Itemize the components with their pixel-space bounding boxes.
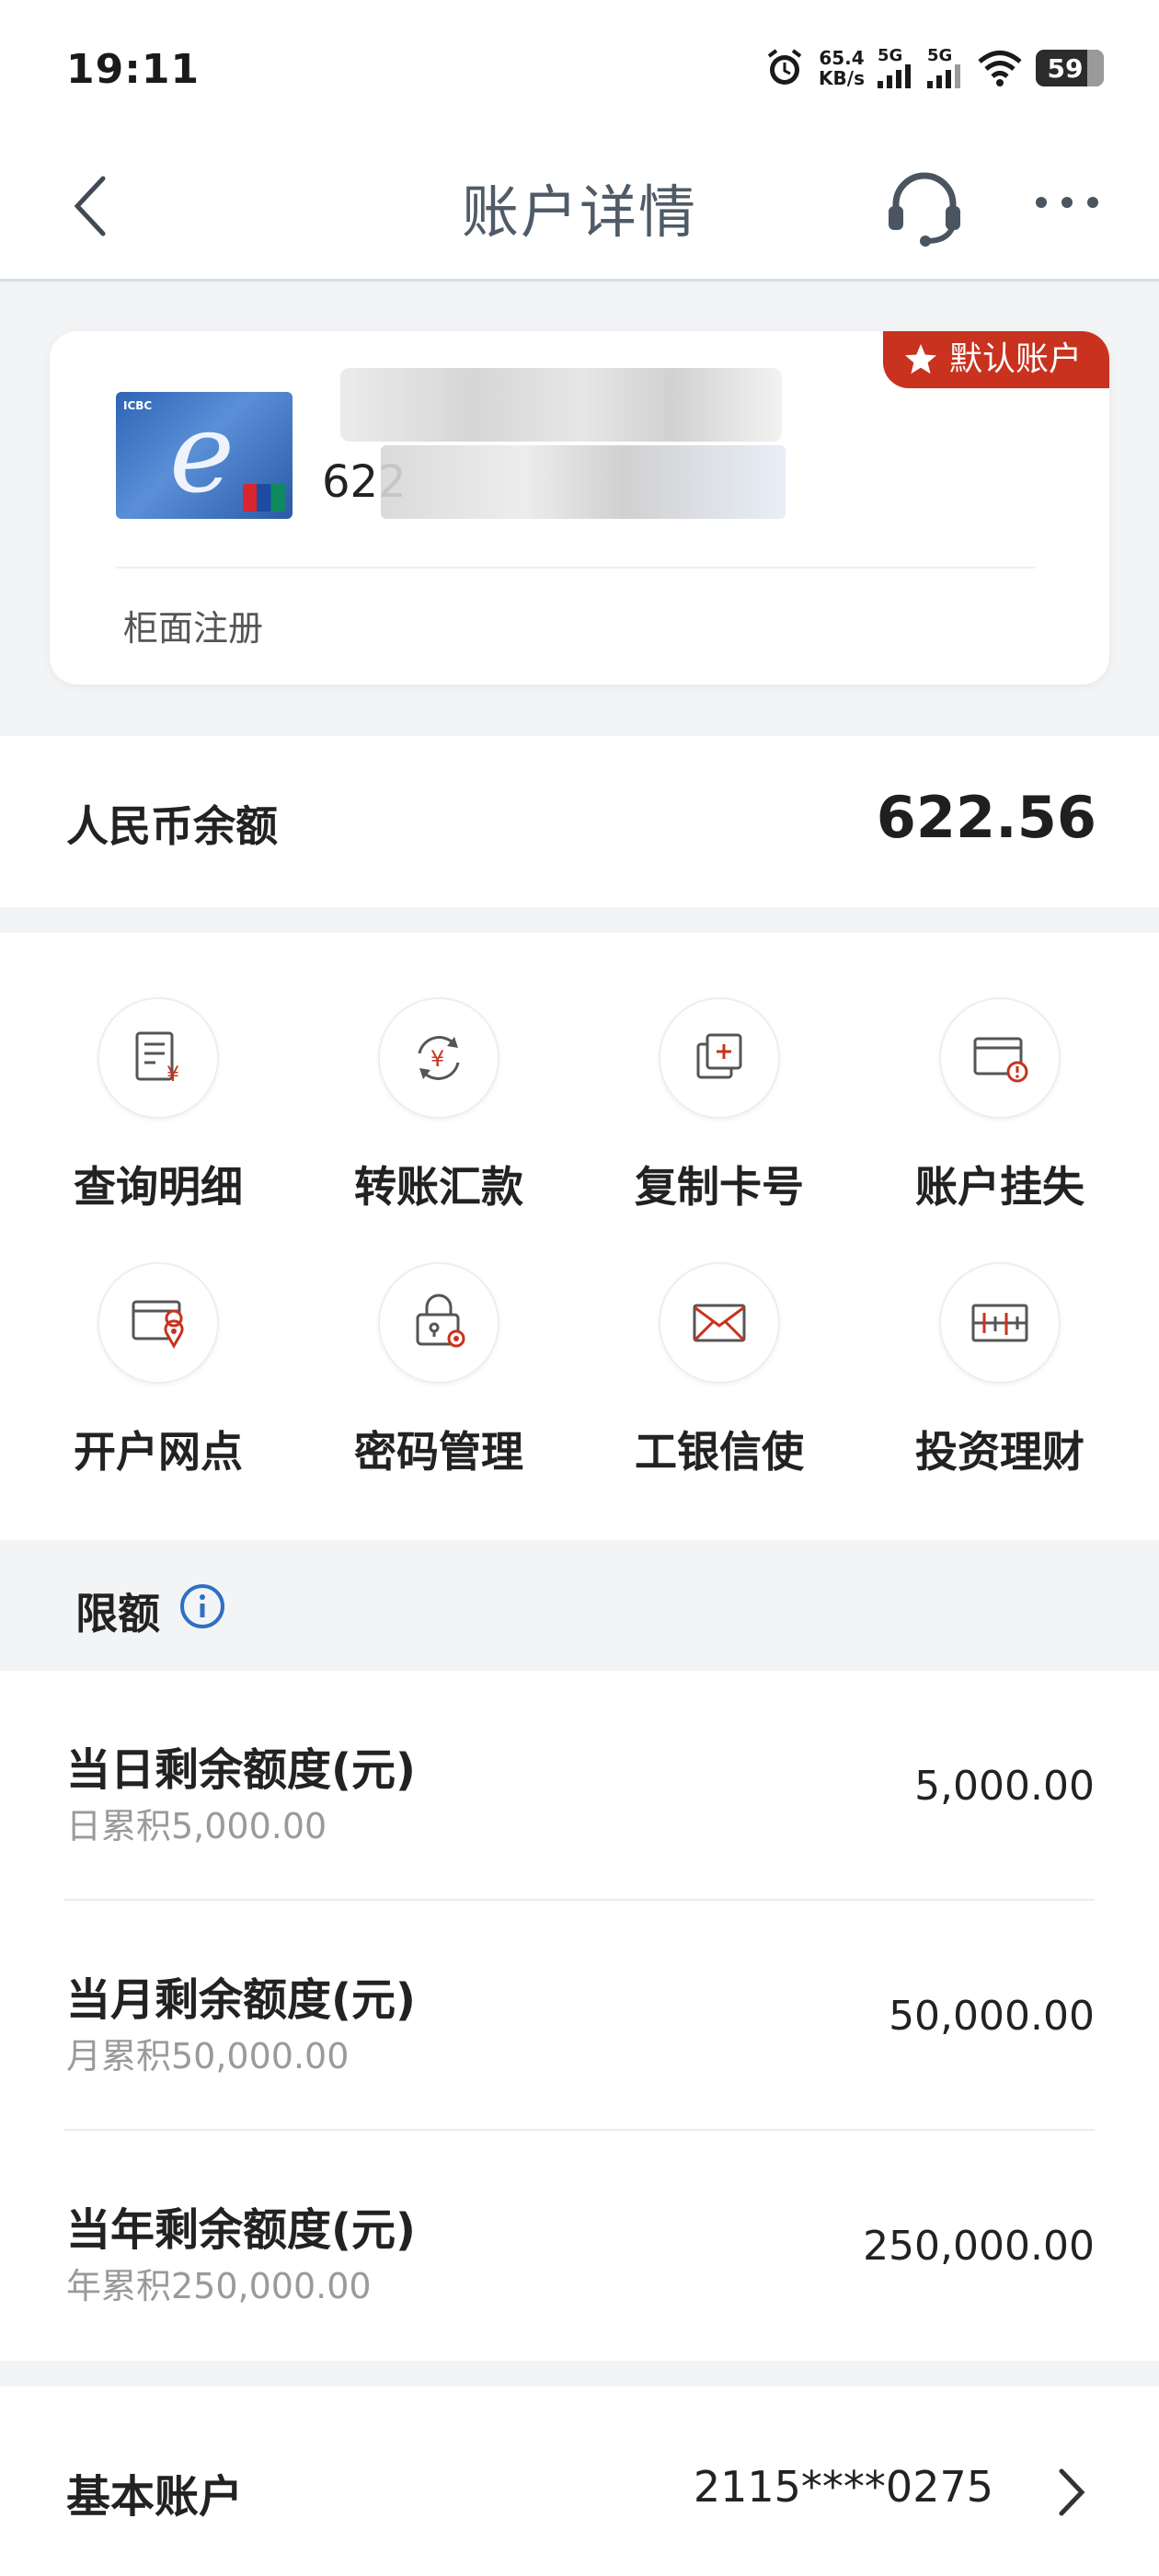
action-icon-circle [98,1262,219,1384]
action-icon-circle [659,1262,780,1384]
limit-value: 250,000.00 [863,2223,1095,2270]
copy-icon [696,1033,742,1079]
action-icon-circle [939,1262,1061,1384]
svg-text:¥: ¥ [430,1046,444,1072]
action-grid: ¥ 查询明细 ¥ 转账汇款 复制卡号 账户挂失 开户网点 密码管理 工银信使 投… [0,933,1159,1540]
unionpay-logo-icon [243,484,285,512]
action-icon-circle [378,1262,499,1384]
action-password[interactable]: 密码管理 [301,1198,577,1477]
action-label: 投资理财 [915,1427,1084,1477]
headset-icon[interactable] [883,166,966,248]
limit-subtitle: 月累积50,000.00 [66,2036,350,2076]
limit-title: 当月剩余额度(元) [66,1974,416,2026]
register-type: 柜面注册 [123,608,264,649]
nav-header: 账户详情 [0,138,1159,282]
action-messenger[interactable]: 工银信使 [581,1198,857,1477]
action-icon-circle [659,997,780,1119]
chevron-right-icon [1059,2468,1085,2516]
signal-bars-icon [878,64,911,88]
limit-value: 50,000.00 [889,1993,1095,2040]
limits-list: 当日剩余额度(元) 日累积5,000.00 5,000.00 当月剩余额度(元)… [0,1671,1159,2361]
action-transfer[interactable]: ¥ 转账汇款 [301,933,577,1212]
sim2-label: 5G [927,46,953,65]
basic-account-row[interactable]: 基本账户 2115****0275 [0,2386,1159,2576]
action-report-loss[interactable]: 账户挂失 [862,933,1138,1212]
alarm-icon [767,49,802,85]
page-title: 账户详情 [461,178,697,246]
icbc-logo-icon: ICBC [123,399,153,412]
limit-row-daily: 当日剩余额度(元) 日累积5,000.00 5,000.00 [0,1671,1159,1901]
wifi-icon [978,51,1022,86]
account-card[interactable]: 默认账户 ICBC e 622 柜面注册 [50,331,1109,684]
limit-row-yearly: 当年剩余额度(元) 年累积250,000.00 250,000.00 [0,2131,1159,2361]
status-time: 19:11 [66,46,201,93]
statement-icon: ¥ [135,1031,179,1087]
signal-sim1: 5G [878,48,914,88]
action-label: 工银信使 [635,1427,804,1477]
masked-account-name [340,368,782,442]
basic-account-label: 基本账户 [66,2471,244,2523]
battery-level: 59 [1047,52,1084,84]
more-dots-icon[interactable] [1030,184,1104,221]
star-icon [904,344,936,374]
battery-indicator: 59 [1036,50,1104,86]
masked-card-number [381,445,786,519]
mail-icon [693,1304,746,1342]
balance-value: 622.56 [876,784,1096,851]
limits-title: 限额 [75,1589,160,1639]
action-label: 密码管理 [354,1427,523,1477]
divider [116,567,1036,569]
investment-icon [971,1304,1028,1342]
net-speed-unit: KB/s [819,67,865,89]
password-icon [416,1294,465,1348]
net-speed: 65.4 KB/s [819,48,865,88]
action-label: 开户网点 [74,1427,243,1477]
status-bar: 19:11 65.4 KB/s 5G 5G 59 [0,0,1159,138]
bank-card-image: ICBC e [116,392,293,519]
report-loss-icon [973,1037,1028,1083]
signal-sim2: 5G [927,48,964,88]
balance-label: 人民币余额 [66,801,278,851]
e-logo-icon: e [169,392,235,518]
action-icon-circle [939,997,1061,1119]
sim1-label: 5G [878,46,903,65]
limit-title: 当日剩余额度(元) [66,1744,416,1796]
transfer-icon: ¥ [418,1036,460,1080]
action-copy-card-number[interactable]: 复制卡号 [581,933,857,1212]
limit-value: 5,000.00 [914,1763,1095,1810]
default-badge-label: 默认账户 [948,340,1082,378]
action-icon-circle: ¥ [98,997,219,1119]
basic-account-number: 2115****0275 [693,2462,993,2512]
status-icons: 65.4 KB/s 5G 5G 59 [763,40,1104,96]
action-query-details[interactable]: ¥ 查询明细 [20,933,296,1212]
action-branch[interactable]: 开户网点 [20,1198,296,1477]
info-icon[interactable] [178,1582,226,1630]
limit-subtitle: 年累积250,000.00 [66,2266,372,2306]
net-speed-value: 65.4 [819,47,865,69]
branch-location-icon [132,1300,184,1350]
svg-text:¥: ¥ [166,1064,179,1087]
action-investment[interactable]: 投资理财 [862,1198,1138,1477]
signal-bars-icon [927,64,960,88]
limit-row-monthly: 当月剩余额度(元) 月累积50,000.00 50,000.00 [0,1901,1159,2131]
default-account-badge: 默认账户 [882,331,1109,388]
limit-title: 当年剩余额度(元) [66,2204,416,2256]
limit-subtitle: 日累积5,000.00 [66,1806,327,1846]
limits-header: 限额 [0,1540,1159,1671]
action-icon-circle: ¥ [378,997,499,1119]
balance-row: 人民币余额 622.56 [0,736,1159,907]
